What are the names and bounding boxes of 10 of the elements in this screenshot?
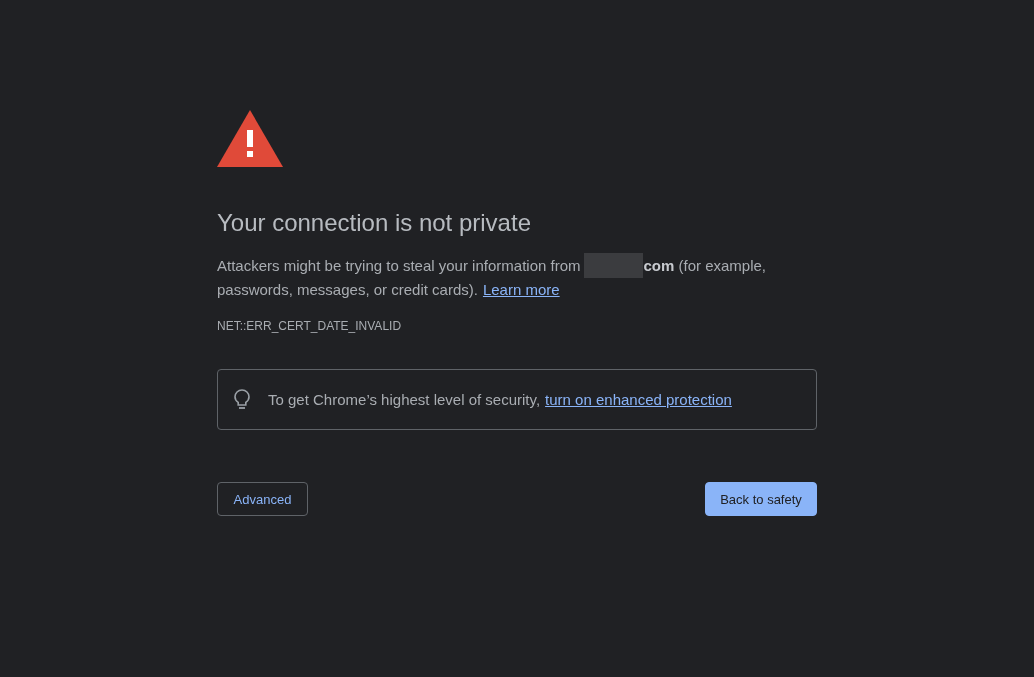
error-code: NET::ERR_CERT_DATE_INVALID xyxy=(217,318,403,334)
page-title: Your connection is not private xyxy=(217,208,532,238)
action-button[interactable]: Advanced xyxy=(217,482,308,516)
learn-more-link[interactable]: Learn more xyxy=(482,281,560,298)
lightbulb-icon xyxy=(234,389,250,410)
tip-text: To get Chrome’s highest level of security, turn on enhanced protection xyxy=(268,389,732,410)
action-button[interactable]: Back to safety xyxy=(705,482,817,516)
warning-message: Attackers might be trying to steal your information from com (for example, passwords, messages, or credit cards). Learn more xyxy=(217,253,787,302)
warning-icon xyxy=(217,110,283,167)
enhanced-protection-link[interactable]: turn on enhanced protection xyxy=(545,390,732,408)
